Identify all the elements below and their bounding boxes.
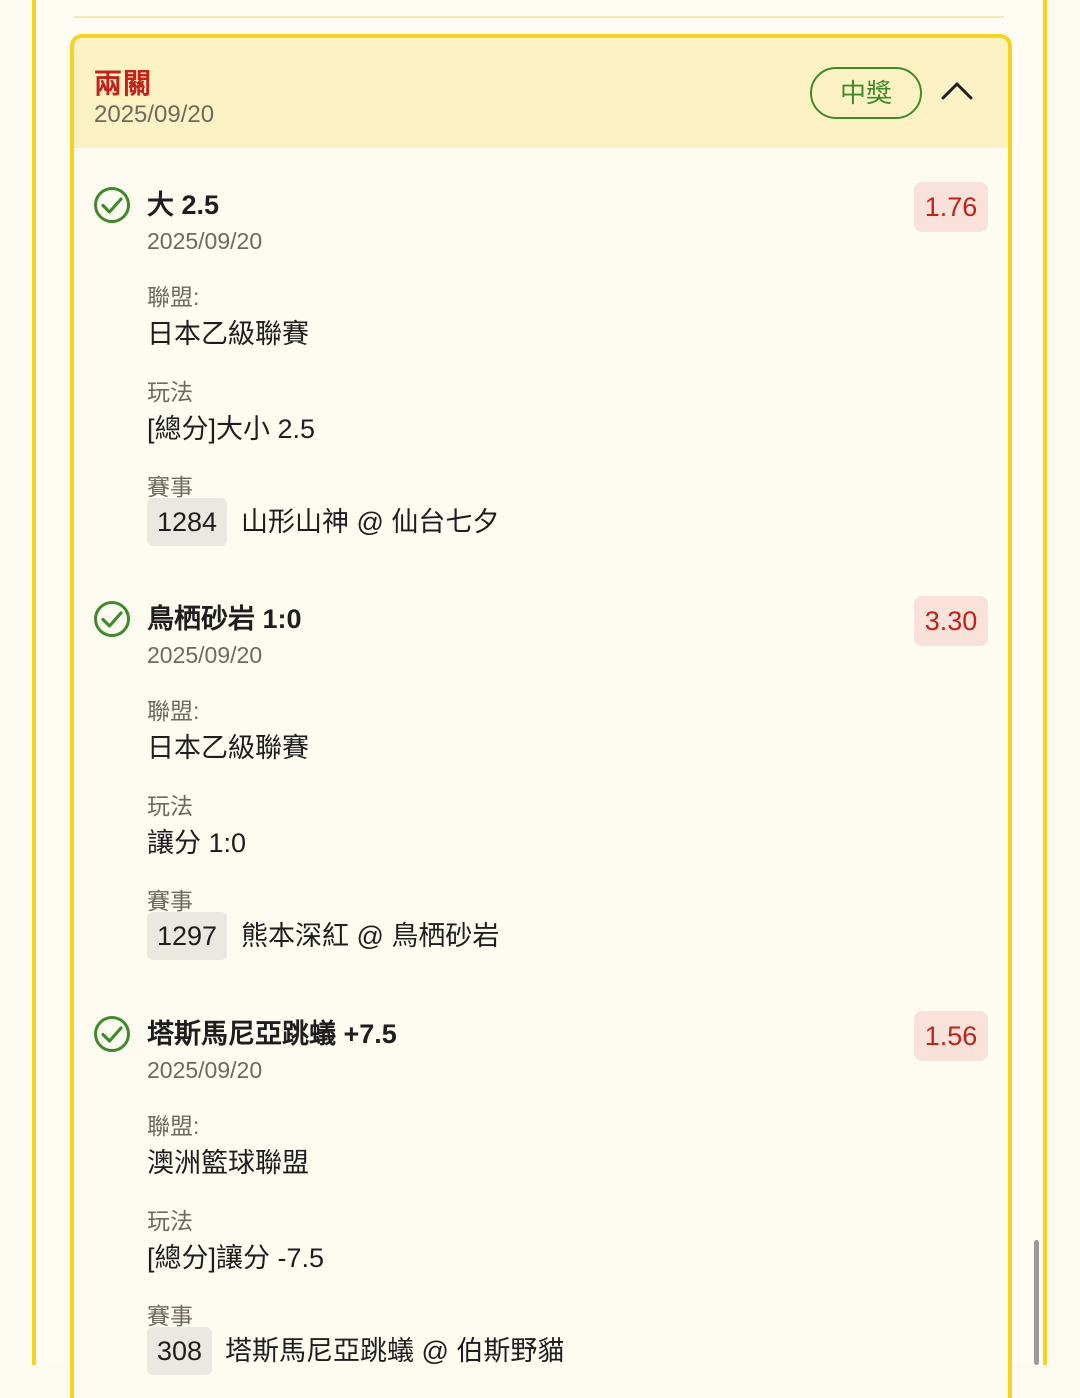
- match-name: 塔斯馬尼亞跳蟻 @ 伯斯野貓: [225, 1336, 565, 1366]
- outer-rail-right: [1043, 0, 1047, 1365]
- check-circle-icon: [93, 1015, 131, 1053]
- play-value: [總分]讓分 -7.5: [147, 1243, 325, 1273]
- previous-card-divider: [74, 16, 1004, 18]
- match-name: 熊本深紅 @ 鳥栖砂岩: [241, 921, 500, 951]
- match-id-badge: 1297: [147, 912, 228, 960]
- bet-date: 2025/09/20: [94, 101, 215, 128]
- check-circle-icon: [93, 600, 131, 638]
- odds-badge: 1.76: [914, 182, 988, 232]
- play-label: 玩法: [147, 379, 193, 405]
- league-value: 澳洲籃球聯盟: [147, 1148, 309, 1178]
- league-value: 日本乙級聯賽: [147, 319, 309, 349]
- match-id-badge: 1284: [147, 498, 228, 546]
- leg-selection: 塔斯馬尼亞跳蟻 +7.5: [147, 1019, 397, 1049]
- bet-card: 兩關 2025/09/20 中獎 大 2.5 2025/09/20 1.76 聯…: [70, 34, 1012, 1398]
- event-label: 賽事: [147, 1303, 193, 1329]
- match-name: 山形山神 @ 仙台七夕: [241, 507, 500, 537]
- league-value: 日本乙級聯賽: [147, 733, 309, 763]
- odds-badge: 1.56: [914, 1011, 988, 1061]
- play-value: [總分]大小 2.5: [147, 414, 316, 444]
- event-label: 賽事: [147, 474, 193, 500]
- leg-selection: 大 2.5: [147, 190, 220, 220]
- win-status-badge: 中獎: [810, 67, 922, 119]
- leg-selection: 鳥栖砂岩 1:0: [147, 604, 302, 634]
- match-id-badge: 308: [147, 1327, 213, 1375]
- leg-date: 2025/09/20: [147, 1057, 263, 1083]
- chevron-up-icon[interactable]: [940, 76, 974, 106]
- odds-badge: 3.30: [914, 596, 988, 646]
- bet-type: 兩關: [94, 68, 153, 99]
- league-label: 聯盟:: [147, 1113, 200, 1139]
- play-value: 讓分 1:0: [147, 828, 247, 858]
- play-label: 玩法: [147, 793, 193, 819]
- bet-card-header[interactable]: 兩關 2025/09/20 中獎: [74, 38, 1008, 148]
- event-label: 賽事: [147, 888, 193, 914]
- scrollbar-thumb[interactable]: [1034, 1240, 1039, 1365]
- play-label: 玩法: [147, 1208, 193, 1234]
- check-circle-icon: [93, 186, 131, 224]
- outer-rail-left: [32, 0, 36, 1365]
- leg-date: 2025/09/20: [147, 642, 263, 668]
- leg-date: 2025/09/20: [147, 228, 263, 254]
- league-label: 聯盟:: [147, 284, 200, 310]
- league-label: 聯盟:: [147, 698, 200, 724]
